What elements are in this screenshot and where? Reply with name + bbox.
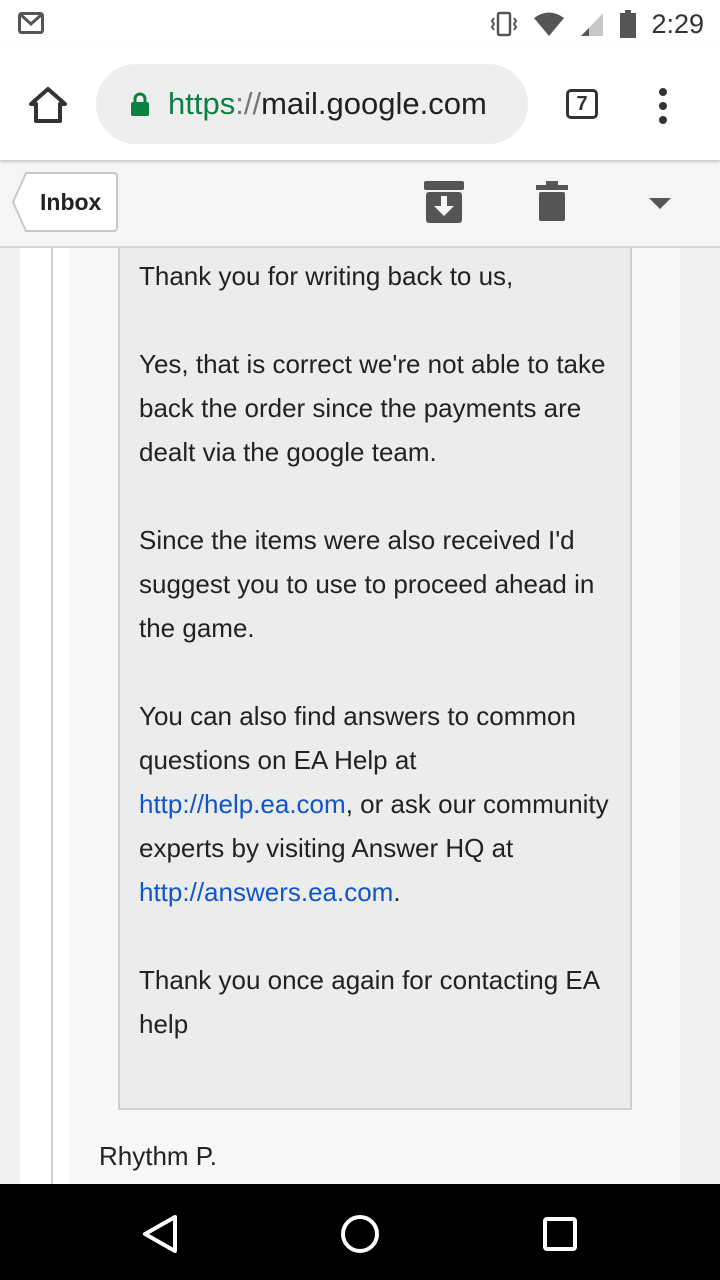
quoted-reply: Thank you for writing back to us, Yes, t… — [118, 248, 632, 1110]
email-paragraph: Thank you once again for contacting EA h… — [139, 965, 599, 1039]
answers-link[interactable]: http://answers.ea.com — [139, 877, 393, 907]
back-to-inbox-button[interactable]: Inbox — [12, 172, 118, 232]
address-bar[interactable]: https://mail.google.com — [96, 64, 528, 144]
home-nav-icon[interactable] — [340, 1214, 380, 1254]
email-signature: Rhythm P. — [99, 1141, 218, 1171]
url-scheme: https — [168, 86, 236, 121]
more-options-dropdown-icon[interactable] — [648, 196, 672, 210]
inbox-label: Inbox — [40, 189, 102, 215]
browser-toolbar: https://mail.google.com 7 — [0, 48, 720, 160]
email-paragraph: Since the items were also received I'd s… — [139, 525, 595, 643]
gmail-notification-icon — [18, 12, 44, 34]
help-link[interactable]: http://help.ea.com — [139, 789, 346, 819]
vibrate-icon — [491, 11, 518, 37]
archive-icon[interactable] — [424, 181, 464, 223]
tab-switcher-button[interactable]: 7 — [566, 89, 598, 119]
wifi-icon — [534, 12, 565, 36]
thread-divider — [51, 248, 53, 1184]
delete-icon[interactable] — [536, 181, 568, 221]
clock: 2:29 — [651, 8, 704, 39]
email-paragraph-with-links: You can also find answers to common ques… — [139, 701, 609, 907]
navigation-bar — [0, 1184, 720, 1280]
url-text: https://mail.google.com — [168, 86, 518, 122]
email-content: Thank you for writing back to us, Yes, t… — [0, 248, 720, 1184]
status-bar: 2:29 — [0, 0, 720, 48]
email-paragraph: Yes, that is correct we're not able to t… — [139, 349, 606, 467]
back-icon[interactable] — [142, 1214, 178, 1254]
url-host: mail.google.com — [261, 86, 487, 121]
lock-icon — [131, 92, 149, 116]
gmail-action-bar: Inbox — [0, 160, 720, 248]
battery-icon — [620, 10, 637, 38]
cell-signal-icon — [581, 13, 604, 36]
home-icon[interactable] — [28, 86, 68, 124]
email-paragraph: Thank you for writing back to us, — [139, 261, 514, 291]
overflow-menu-icon[interactable] — [656, 88, 670, 124]
recent-apps-icon[interactable] — [542, 1216, 578, 1252]
url-separator: :// — [235, 86, 262, 121]
